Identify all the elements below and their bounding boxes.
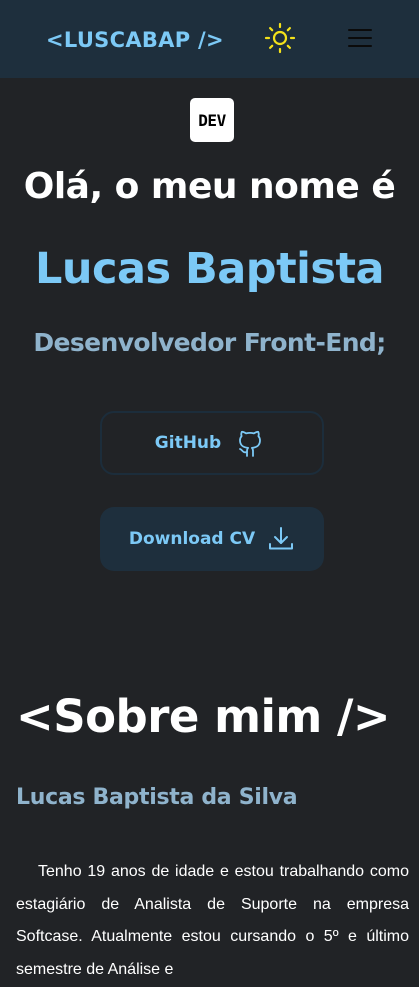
hero-greeting: Olá, o meu nome é [23,166,396,207]
menu-bar-middle [348,37,372,39]
dev-badge-label: DEV [198,110,226,130]
download-cv-button[interactable]: Download CV [100,507,324,571]
sun-icon [264,22,296,54]
theme-toggle-button[interactable] [264,22,296,54]
site-logo[interactable]: <LUSCABAP /> [46,24,224,56]
github-button[interactable]: GitHub [100,411,324,475]
download-icon [269,527,294,550]
hero-name: Lucas Baptista [34,244,385,294]
menu-bar-top [348,29,372,31]
navbar: <LUSCABAP /> [0,0,419,78]
about-full-name: Lucas Baptista da Silva [16,785,298,810]
hamburger-menu-button[interactable] [346,26,374,50]
dev-to-badge[interactable]: DEV [190,98,234,142]
about-title: <Sobre mim /> [16,690,391,743]
github-button-label: GitHub [154,433,222,453]
menu-bar-bottom [348,45,372,47]
about-paragraph: Tenho 19 anos de idade e estou trabalhan… [16,863,409,978]
download-cv-label: Download CV [128,529,256,549]
github-icon [239,430,262,457]
hero-role: Desenvolvedor Front-End; [33,328,386,357]
